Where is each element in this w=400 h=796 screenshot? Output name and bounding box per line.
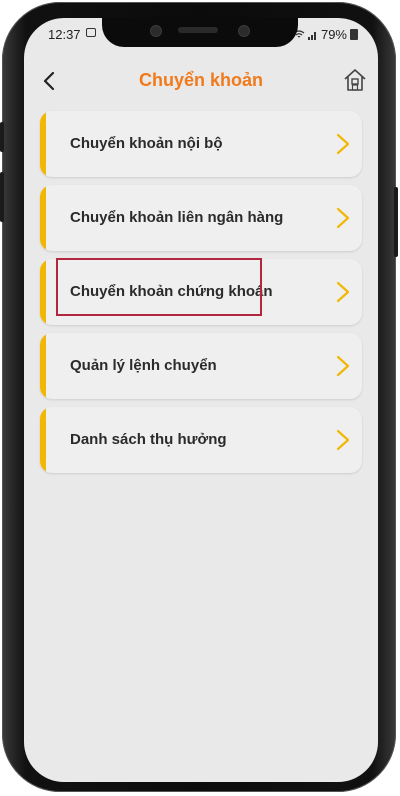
page-title: Chuyển khoản <box>138 70 263 90</box>
chevron-right-icon <box>336 355 350 377</box>
menu-item-internal-transfer[interactable]: Chuyển khoản nội bộ <box>40 111 362 177</box>
menu-item-label: Chuyển khoản liên ngân hàng <box>70 209 284 226</box>
side-button-right <box>394 187 398 257</box>
camera <box>150 25 162 37</box>
speaker <box>178 27 218 33</box>
status-right: 79% <box>293 27 358 42</box>
chevron-right-icon <box>336 133 350 155</box>
item-accent <box>40 333 46 399</box>
camera <box>238 25 250 37</box>
side-button-left <box>0 172 4 222</box>
item-accent <box>40 407 46 473</box>
item-accent <box>40 259 46 325</box>
menu-item-interbank-transfer[interactable]: Chuyển khoản liên ngân hàng <box>40 185 362 251</box>
item-accent <box>40 185 46 251</box>
image-icon <box>86 28 96 37</box>
chevron-right-icon <box>336 207 350 229</box>
chevron-right-icon <box>336 281 350 303</box>
item-accent <box>40 111 46 177</box>
menu-item-beneficiary-list[interactable]: Danh sách thụ hưởng <box>40 407 362 473</box>
status-time: 12:37 <box>48 27 81 42</box>
screen: 12:37 79% Chuyển khoản Chuyển khoản nội … <box>24 18 378 782</box>
notch <box>102 17 298 47</box>
side-button-left <box>0 122 4 152</box>
home-icon[interactable] <box>342 67 368 93</box>
battery-icon <box>350 29 358 40</box>
menu-item-label: Chuyển khoản nội bộ <box>70 135 223 152</box>
header: Chuyển khoản <box>24 62 378 102</box>
menu-item-label: Danh sách thụ hưởng <box>70 431 227 448</box>
battery-percent: 79% <box>320 27 347 42</box>
menu-item-label: Quản lý lệnh chuyển <box>70 357 217 374</box>
chevron-right-icon <box>336 429 350 451</box>
signal-icon <box>307 31 316 40</box>
menu-item-transfer-orders[interactable]: Quản lý lệnh chuyển <box>40 333 362 399</box>
phone-frame: 12:37 79% Chuyển khoản Chuyển khoản nội … <box>0 2 398 792</box>
highlight-box <box>56 258 262 316</box>
